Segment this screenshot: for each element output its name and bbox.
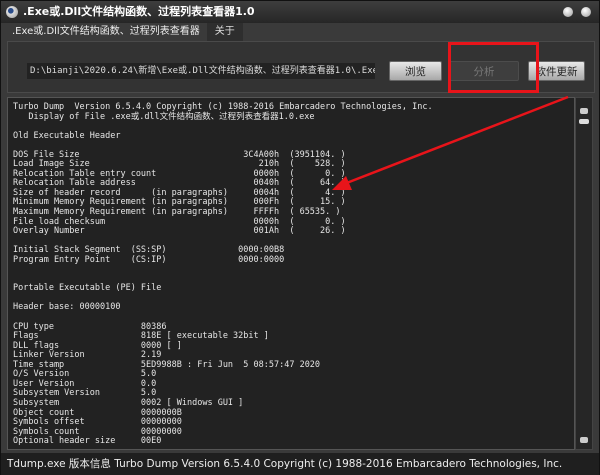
tab-about[interactable]: 关于	[206, 23, 243, 41]
dump-output-text: Turbo Dump Version 6.5.4.0 Copyright (c)…	[13, 102, 433, 447]
minimize-button[interactable]	[563, 7, 573, 17]
highlight-box	[448, 42, 539, 93]
window-title: .Exe或.Dll文件结构函数、过程列表查看器1.0	[23, 5, 255, 18]
scroll-down-icon[interactable]	[580, 437, 588, 443]
app-logo-icon	[6, 6, 18, 18]
tab-bar: .Exe或.Dll文件结构函数、过程列表查看器 关于	[7, 23, 243, 41]
vertical-scrollbar[interactable]	[575, 97, 593, 450]
tab-viewer[interactable]: .Exe或.Dll文件结构函数、过程列表查看器	[7, 23, 205, 41]
output-textarea[interactable]: Turbo Dump Version 6.5.4.0 Copyright (c)…	[7, 97, 575, 450]
file-path-input[interactable]	[27, 63, 375, 79]
app-window: .Exe或.Dll文件结构函数、过程列表查看器1.0 .Exe或.Dll文件结构…	[0, 0, 600, 475]
browse-button[interactable]: 浏览	[389, 61, 442, 81]
scroll-up-icon[interactable]	[580, 108, 588, 114]
title-bar: .Exe或.Dll文件结构函数、过程列表查看器1.0	[1, 1, 599, 23]
scroll-thumb[interactable]	[579, 119, 589, 124]
status-bar: Tdump.exe 版本信息 Turbo Dump Version 6.5.4.…	[1, 453, 599, 475]
close-button[interactable]	[581, 7, 591, 17]
